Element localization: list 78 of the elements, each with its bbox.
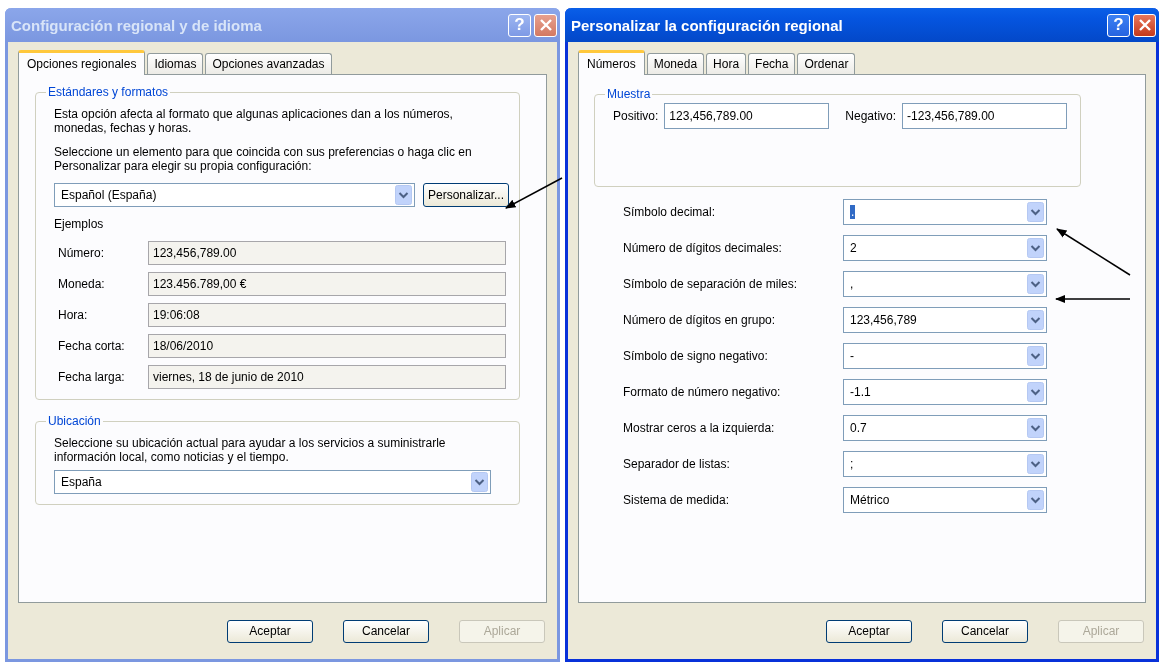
chevron-down-icon[interactable]	[1027, 418, 1044, 438]
chevron-down-icon[interactable]	[1027, 346, 1044, 366]
dropdown-value: España	[61, 475, 102, 489]
setting-dropdown[interactable]: -1.1	[843, 379, 1047, 405]
dialog-button[interactable]: Aceptar	[826, 619, 912, 643]
tab[interactable]: Moneda	[646, 53, 705, 74]
sample-field: 123,456,789.00	[664, 103, 830, 129]
tab[interactable]: Fecha	[748, 53, 796, 74]
setting-label: Número de dígitos en grupo:	[623, 313, 777, 327]
close-icon	[1138, 19, 1151, 31]
locale-dropdown[interactable]: Español (España)	[54, 183, 415, 207]
dropdown-value: ,	[850, 277, 854, 291]
chevron-down-icon[interactable]	[1027, 238, 1044, 258]
setting-label: Número de dígitos decimales:	[623, 241, 783, 255]
chevron-down-icon[interactable]	[1027, 490, 1044, 510]
field-label: Hora:	[58, 308, 89, 322]
dropdown-value: -1.1	[850, 385, 871, 399]
dropdown-value: -	[850, 349, 854, 363]
field-label: Número:	[58, 246, 105, 260]
instruction-text: Seleccione un elemento para que coincida con sus preferencias o haga clic en Personalizar para elegir su propia configuración:	[54, 145, 473, 173]
setting-label: Formato de número negativo:	[623, 385, 782, 399]
description-text: Esta opción afecta al formato que algunas aplicaciones dan a los números, monedas, fechas y horas.	[54, 107, 454, 135]
field-label: Fecha larga:	[58, 370, 126, 384]
group-title: Ubicación	[47, 414, 102, 428]
tab[interactable]: Ordenar	[797, 53, 856, 74]
field-label: Negativo:	[845, 109, 897, 123]
annotation-arrow	[505, 177, 563, 209]
setting-label: Símbolo decimal:	[623, 205, 717, 219]
chevron-down-icon[interactable]	[1027, 382, 1044, 402]
chevron-down-icon[interactable]	[394, 185, 412, 205]
tab[interactable]: Números	[578, 50, 645, 75]
close-icon	[539, 19, 552, 31]
setting-dropdown[interactable]: 0.7	[843, 415, 1047, 441]
field-label: Positivo:	[613, 109, 659, 123]
setting-dropdown[interactable]: ;	[843, 451, 1047, 477]
location-dropdown[interactable]: España	[54, 470, 491, 494]
example-field: 19:06:08	[148, 303, 506, 327]
example-field: 18/06/2010	[148, 334, 506, 358]
description-text: Seleccione su ubicación actual para ayudar a los servicios a suministrarle información local, como noticias y el tiempo.	[54, 436, 447, 464]
dialog-button[interactable]: Cancelar	[942, 619, 1028, 643]
dropdown-value: Español (España)	[61, 188, 157, 202]
dropdown-value: 123,456,789	[850, 313, 917, 327]
field-label: Fecha corta:	[58, 339, 126, 353]
window-title: Configuración regional y de idioma	[11, 16, 263, 34]
field-label: Moneda:	[58, 277, 106, 291]
chevron-down-icon[interactable]	[1027, 274, 1044, 294]
help-button[interactable]: ?	[1107, 13, 1130, 37]
setting-label: Símbolo de separación de miles:	[623, 277, 799, 291]
chevron-down-icon[interactable]	[471, 472, 488, 492]
customize-button[interactable]: Personalizar...	[422, 183, 509, 207]
setting-label: Separador de listas:	[623, 457, 731, 471]
setting-label: Símbolo de signo negativo:	[623, 349, 769, 363]
sample-field: -123,456,789.00	[902, 103, 1068, 129]
section-label: Ejemplos	[54, 217, 105, 231]
setting-dropdown[interactable]: -	[843, 343, 1047, 369]
example-field: viernes, 18 de junio de 2010	[148, 365, 506, 389]
group-title: Muestra	[606, 87, 652, 101]
setting-dropdown[interactable]: .	[843, 199, 1047, 225]
dropdown-value: 0.7	[850, 421, 867, 435]
dropdown-value: Métrico	[850, 493, 890, 507]
example-field: 123.456.789,00 €	[148, 272, 506, 296]
tab[interactable]: Hora	[706, 53, 747, 74]
setting-dropdown[interactable]: Métrico	[843, 487, 1047, 513]
group-title: Estándares y formatos	[47, 85, 170, 99]
setting-dropdown[interactable]: 123,456,789	[843, 307, 1047, 333]
chevron-down-icon[interactable]	[1027, 310, 1044, 330]
close-button[interactable]	[1133, 13, 1156, 37]
dropdown-value: .	[850, 205, 856, 219]
setting-label: Mostrar ceros a la izquierda:	[623, 421, 776, 435]
dropdown-value: 2	[850, 241, 857, 255]
dropdown-value: ;	[850, 457, 854, 471]
setting-dropdown[interactable]: 2	[843, 235, 1047, 261]
chevron-down-icon[interactable]	[1027, 202, 1044, 222]
window-title: Personalizar la configuración regional	[571, 16, 844, 34]
chevron-down-icon[interactable]	[1027, 454, 1044, 474]
setting-label: Sistema de medida:	[623, 493, 731, 507]
setting-dropdown[interactable]: ,	[843, 271, 1047, 297]
example-field: 123,456,789.00	[148, 241, 506, 265]
